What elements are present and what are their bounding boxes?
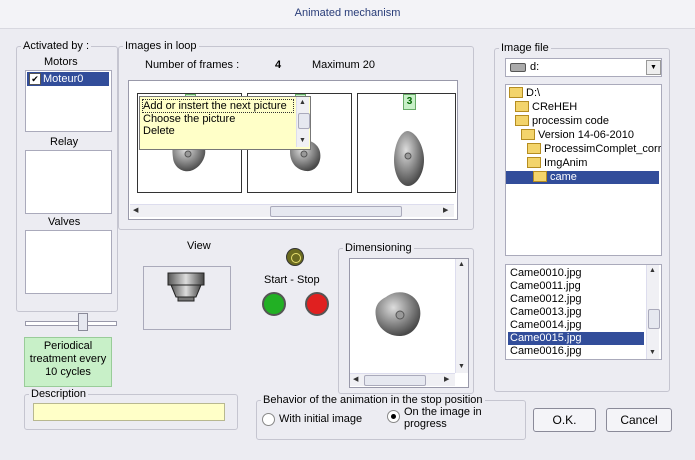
view-preview <box>143 266 231 330</box>
folder-icon <box>515 100 529 112</box>
cam-image-dimension <box>375 292 421 337</box>
folder-icon <box>521 128 535 140</box>
file-item[interactable]: Came0014.jpg <box>508 319 644 332</box>
stop-button[interactable] <box>305 292 329 316</box>
file-item[interactable]: Came0010.jpg <box>508 267 644 280</box>
periodical-slider-track[interactable] <box>25 321 117 326</box>
periodical-slider-thumb[interactable] <box>78 313 89 331</box>
dimension-vscrollbar[interactable]: ▲ ▼ <box>455 259 468 373</box>
dimension-scroll-thumb[interactable] <box>364 375 426 386</box>
dimensioning-legend: Dimensioning <box>345 242 412 254</box>
frames-scroll-thumb[interactable] <box>270 206 402 217</box>
menu-scroll-thumb[interactable] <box>298 113 310 129</box>
drive-dropdown-icon[interactable]: ▼ <box>646 60 661 75</box>
folder-icon <box>509 86 523 98</box>
file-scroll-down-icon[interactable]: ▼ <box>649 349 656 357</box>
dimensioning-view: ▲ ▼ ◀ ▶ <box>349 258 469 388</box>
radio-with-initial-image[interactable] <box>262 413 275 426</box>
motor-checkbox[interactable]: ✔ <box>29 73 41 85</box>
drive-select[interactable]: d: ▼ <box>505 58 662 77</box>
folder-icon <box>515 114 529 126</box>
start-stop-label: Start - Stop <box>264 274 320 286</box>
folder-icon <box>527 156 541 168</box>
motors-label: Motors <box>44 56 78 68</box>
image-file-legend: Image file <box>501 42 549 54</box>
menu-item-add[interactable]: Add or instert the next picture <box>142 99 294 113</box>
motor-item-row[interactable]: ✔ Moteur0 <box>27 72 109 86</box>
file-list-scrollbar[interactable]: ▲ ▼ <box>646 265 660 359</box>
start-button[interactable] <box>262 292 286 316</box>
frames-scroll-right-icon[interactable]: ▶ <box>443 207 448 215</box>
menu-item-delete[interactable]: Delete <box>143 125 175 137</box>
dimension-scroll-down-icon[interactable]: ▼ <box>458 363 465 371</box>
motors-list[interactable]: ✔ Moteur0 <box>25 70 112 132</box>
file-item[interactable]: Came0012.jpg <box>508 293 644 306</box>
periodical-line-3: 10 cycles <box>45 366 91 378</box>
file-item-selected[interactable]: Came0015.jpg <box>508 332 644 345</box>
frame-3-badge: 3 <box>403 94 416 110</box>
frame-3[interactable]: 3 <box>357 93 456 193</box>
tree-item-processimcomplet[interactable]: ProcessimComplet_corrige <box>527 142 661 156</box>
description-input[interactable] <box>33 403 225 421</box>
option-on-image-line-1: On the image in <box>404 406 482 418</box>
title-bar: Animated mechanism <box>0 0 695 29</box>
periodical-box: Periodical treatment every 10 cycles <box>24 337 112 387</box>
frames-scrollbar[interactable]: ◀ ▶ <box>130 204 454 217</box>
menu-scroll-up-icon[interactable]: ▲ <box>299 99 306 107</box>
indicator-light-icon <box>286 248 304 266</box>
dimension-scroll-left-icon[interactable]: ◀ <box>353 376 358 384</box>
option-on-image-label: On the image in progress <box>404 406 482 430</box>
tree-item-version[interactable]: Version 14-06-2010 <box>521 128 634 142</box>
folder-tree[interactable]: D:\ CReHEH processim code Version 14-06-… <box>505 84 662 256</box>
ok-button[interactable]: O.K. <box>533 408 596 432</box>
folder-open-icon <box>533 170 547 182</box>
file-list[interactable]: Came0010.jpg Came0011.jpg Came0012.jpg C… <box>505 264 662 360</box>
tree-item-crheh[interactable]: CReHEH <box>515 100 577 114</box>
menu-scrollbar[interactable]: ▲ ▼ <box>296 97 310 147</box>
folder-icon <box>527 142 541 154</box>
file-scroll-up-icon[interactable]: ▲ <box>649 267 656 275</box>
activated-by-legend: Activated by : <box>23 40 90 52</box>
drive-icon <box>510 63 526 72</box>
radio-on-image-in-progress[interactable] <box>387 410 400 423</box>
file-scroll-thumb[interactable] <box>648 309 660 329</box>
tree-item-imganim[interactable]: ImgAnim <box>527 156 587 170</box>
frames-label: Number of frames : <box>145 59 240 71</box>
menu-item-choose[interactable]: Choose the picture <box>143 113 235 125</box>
menu-scroll-down-icon[interactable]: ▼ <box>299 137 306 145</box>
drive-value: d: <box>530 61 540 73</box>
description-legend: Description <box>31 388 87 400</box>
frames-count: 4 <box>275 59 282 71</box>
periodical-line-1: Periodical <box>43 340 93 352</box>
tree-item-processim-code[interactable]: processim code <box>515 114 609 128</box>
relay-label: Relay <box>50 136 79 148</box>
option-on-image-line-2: progress <box>404 418 447 430</box>
tree-item-d[interactable]: D:\ <box>509 86 540 100</box>
valves-label: Valves <box>48 216 81 228</box>
relay-list[interactable] <box>25 150 112 214</box>
images-in-loop-legend: Images in loop <box>125 40 197 52</box>
periodical-line-2: treatment every <box>29 353 107 365</box>
cancel-button[interactable]: Cancel <box>606 408 672 432</box>
view-label: View <box>187 240 211 252</box>
dimension-scroll-up-icon[interactable]: ▲ <box>458 261 465 269</box>
valves-list[interactable] <box>25 230 112 294</box>
maximum-label: Maximum 20 <box>312 59 375 71</box>
frame-context-menu: Add or instert the next picture Choose t… <box>139 96 311 150</box>
tree-item-came[interactable]: came <box>506 170 659 184</box>
frames-scroll-left-icon[interactable]: ◀ <box>133 207 138 215</box>
behavior-legend: Behavior of the animation in the stop po… <box>263 394 483 406</box>
dimension-scroll-right-icon[interactable]: ▶ <box>444 376 449 384</box>
piston-icon <box>167 272 205 302</box>
motor-item-label: Moteur0 <box>43 73 84 85</box>
file-item[interactable]: Came0011.jpg <box>508 280 644 293</box>
file-item[interactable]: Came0016.jpg <box>508 345 644 358</box>
window-title: Animated mechanism <box>294 7 401 19</box>
file-item[interactable]: Came0013.jpg <box>508 306 644 319</box>
dimension-hscrollbar[interactable]: ◀ ▶ <box>350 373 455 386</box>
option-with-initial-image-label: With initial image <box>279 413 363 425</box>
